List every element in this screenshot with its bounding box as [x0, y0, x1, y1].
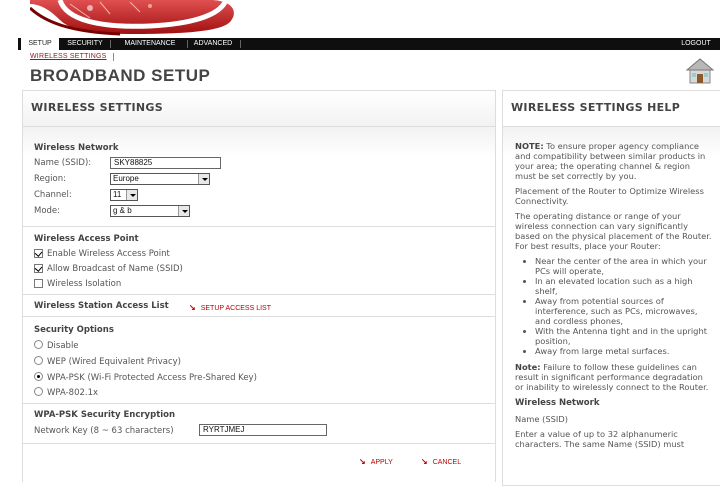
wireless-network-heading: Wireless Network [34, 143, 119, 153]
wep-radio[interactable] [34, 356, 43, 365]
router-logo [30, 0, 240, 36]
list-item: Away from potential sources of interfere… [535, 296, 713, 326]
encryption-heading: WPA-PSK Security Encryption [34, 410, 176, 420]
cancel-label: CANCEL [432, 459, 462, 466]
tab-security[interactable]: SECURITY [64, 38, 106, 50]
help-distance: The operating distance or range of your … [515, 211, 712, 251]
mode-select[interactable]: g & b [110, 205, 190, 217]
enable-ap-label: Enable Wireless Access Point [47, 249, 170, 259]
region-value: Europe [113, 174, 139, 183]
tab-setup[interactable]: SETUP [21, 38, 59, 50]
list-item: Away from large metal surfaces. [535, 346, 713, 356]
help-ssid-heading: Name (SSID) [515, 414, 568, 424]
nav-separator [187, 40, 188, 48]
panel-title: WIRELESS SETTINGS [23, 91, 495, 127]
breadcrumb-divider: | [112, 52, 115, 61]
help-network-heading: Wireless Network [515, 398, 600, 408]
nav-separator [110, 40, 111, 48]
help-panel: WIRELESS SETTINGS HELP NOTE: To ensure p… [502, 90, 720, 486]
broadcast-ssid-checkbox[interactable] [34, 264, 43, 273]
wireless-settings-panel: WIRELESS SETTINGS Wireless Network Name … [22, 90, 496, 482]
wpa-8021x-radio[interactable] [34, 387, 43, 396]
security-options-heading: Security Options [34, 325, 114, 335]
help-bullet-list: Near the center of the area in which you… [535, 256, 713, 356]
help-title: WIRELESS SETTINGS HELP [503, 91, 720, 127]
home-icon[interactable] [685, 58, 715, 84]
section-divider [23, 403, 495, 404]
page-title: BROADBAND SETUP [30, 66, 211, 85]
setup-access-list-link[interactable]: ↘ SETUP ACCESS LIST [189, 303, 271, 312]
apply-button[interactable]: ↘ APPLY [359, 457, 393, 466]
wpa-psk-label: WPA-PSK (Wi-Fi Protected Access Pre-Shar… [47, 373, 257, 383]
chevron-down-icon [178, 206, 189, 216]
chevron-down-icon [198, 174, 209, 184]
list-item: In an elevated location such as a high s… [535, 276, 713, 296]
settings-form: Wireless Network Name (SSID): SKY88825 R… [23, 127, 495, 482]
enable-ap-checkbox[interactable] [34, 249, 43, 258]
list-item: With the Antenna tight and in the uprigh… [535, 326, 713, 346]
breadcrumb[interactable]: WIRELESS SETTINGS [30, 53, 107, 60]
tab-maintenance[interactable]: MAINTENANCE [116, 38, 184, 50]
logout-button[interactable]: LOGOUT [676, 38, 716, 50]
arrow-icon: ↘ [359, 457, 366, 466]
wpa-psk-radio[interactable] [34, 372, 43, 381]
wep-label: WEP (Wired Equivalent Privacy) [47, 357, 181, 367]
setup-access-list-label: SETUP ACCESS LIST [200, 305, 271, 312]
help-content: NOTE: To ensure proper agency compliance… [503, 127, 720, 485]
cancel-button[interactable]: ↘ CANCEL [421, 457, 461, 466]
station-list-heading: Wireless Station Access List [34, 301, 169, 311]
tab-advanced[interactable]: ADVANCED [190, 38, 236, 50]
channel-select[interactable]: 11 [110, 189, 138, 201]
note2-text: Failure to follow these guidelines can r… [515, 362, 709, 392]
wpa-8021x-label: WPA-802.1x [47, 388, 99, 398]
note-label: NOTE: [515, 141, 544, 151]
disable-label: Disable [47, 341, 79, 351]
ssid-input[interactable]: SKY88825 [110, 157, 221, 169]
mode-value: g & b [113, 206, 132, 215]
ssid-label: Name (SSID): [34, 158, 92, 168]
mode-label: Mode: [34, 206, 61, 216]
disable-radio[interactable] [34, 340, 43, 349]
region-select[interactable]: Europe [110, 173, 210, 185]
top-nav-bar: SETUP SECURITY MAINTENANCE ADVANCED LOGO… [18, 38, 720, 50]
isolation-label: Wireless Isolation [47, 279, 122, 289]
section-divider [23, 443, 495, 444]
arrow-icon: ↘ [189, 303, 196, 312]
note-text: To ensure proper agency compliance and c… [515, 141, 706, 181]
channel-label: Channel: [34, 190, 72, 200]
channel-value: 11 [113, 190, 122, 199]
network-key-input[interactable]: RYRTJMEJ [199, 424, 327, 436]
help-note2: Note: Failure to follow these guidelines… [515, 362, 713, 392]
section-divider [23, 226, 495, 227]
note2-label: Note: [515, 362, 541, 372]
help-note: NOTE: To ensure proper agency compliance… [515, 141, 713, 181]
section-divider [23, 316, 495, 317]
access-point-heading: Wireless Access Point [34, 234, 139, 244]
help-ssid-text: Enter a value of up to 32 alphanumeric c… [515, 429, 685, 449]
help-placement: Placement of the Router to Optimize Wire… [515, 186, 704, 206]
chevron-down-icon [126, 190, 137, 200]
apply-label: APPLY [370, 459, 393, 466]
nav-separator [240, 40, 241, 48]
region-label: Region: [34, 174, 66, 184]
section-divider [23, 294, 495, 295]
broadcast-ssid-label: Allow Broadcast of Name (SSID) [47, 264, 183, 274]
list-item: Near the center of the area in which you… [535, 256, 713, 276]
arrow-icon: ↘ [421, 457, 428, 466]
isolation-checkbox[interactable] [34, 279, 43, 288]
network-key-label: Network Key (8 ~ 63 characters) [34, 426, 174, 436]
